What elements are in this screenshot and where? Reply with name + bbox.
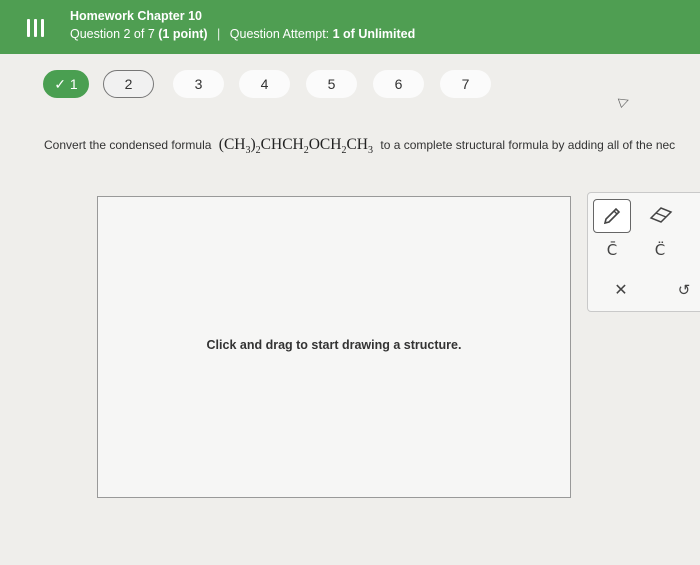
- question-prompt: Convert the condensed formula (CH3)2CHCH…: [44, 136, 675, 156]
- pencil-tool-button[interactable]: [593, 199, 631, 233]
- prompt-tail: to a complete structural formula by addi…: [380, 138, 676, 152]
- radical-tool-button[interactable]: C̈: [646, 239, 674, 261]
- menu-icon[interactable]: [22, 17, 48, 39]
- question-7-button[interactable]: 7: [440, 70, 491, 98]
- question-navigation: ✓ 1 2 3 4 5 6 7: [0, 60, 700, 110]
- question-5-button[interactable]: 5: [306, 70, 357, 98]
- canvas-hint: Click and drag to start drawing a struct…: [206, 338, 462, 352]
- question-1-button[interactable]: ✓ 1: [43, 70, 89, 98]
- question-3-button[interactable]: 3: [173, 70, 224, 98]
- assignment-title: Homework Chapter 10: [70, 9, 202, 23]
- eraser-icon: [649, 207, 673, 223]
- undo-button[interactable]: ↺: [673, 279, 695, 301]
- question-info: Question 2 of 7 (1 point) | Question Att…: [70, 27, 415, 41]
- question-points: (1 point): [158, 27, 208, 41]
- question-counter: Question 2 of 7: [70, 27, 155, 41]
- attempt-label: Question Attempt:: [229, 27, 330, 41]
- eraser-tool-button[interactable]: [646, 199, 676, 231]
- question-6-button[interactable]: 6: [373, 70, 424, 98]
- prompt-lead: Convert the condensed formula: [44, 138, 212, 152]
- drawing-tool-panel: C̄ C̈ ✕ ↺: [587, 192, 700, 312]
- condensed-formula: (CH3)2CHCH2OCH2CH3: [218, 136, 374, 157]
- question-4-button[interactable]: 4: [239, 70, 290, 98]
- delete-button[interactable]: ✕: [610, 279, 632, 301]
- question-2-button[interactable]: 2: [103, 70, 154, 98]
- pencil-icon: [603, 207, 621, 225]
- carbanion-tool-button[interactable]: C̄: [598, 239, 626, 261]
- attempt-value: 1 of Unlimited: [332, 27, 416, 41]
- top-header: Homework Chapter 10 Question 2 of 7 (1 p…: [0, 0, 700, 54]
- header-separator: |: [217, 27, 221, 41]
- structure-drawing-canvas[interactable]: Click and drag to start drawing a struct…: [97, 196, 571, 498]
